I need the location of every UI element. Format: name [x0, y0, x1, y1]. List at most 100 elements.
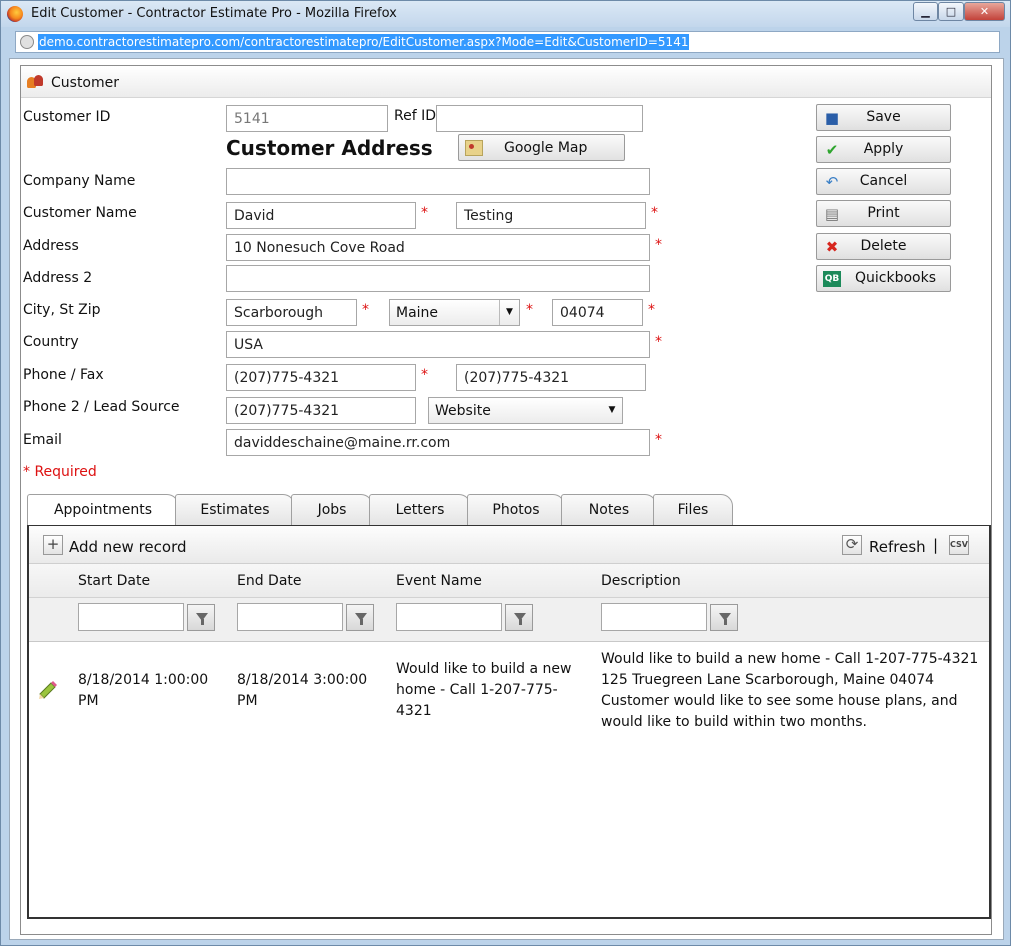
- required-marker: *: [655, 334, 662, 350]
- red-x-icon: ✖: [825, 238, 839, 256]
- event-name-filter-input[interactable]: [396, 603, 502, 631]
- required-marker: *: [651, 205, 658, 221]
- filter-icon[interactable]: [710, 604, 738, 631]
- close-button[interactable]: ✕: [964, 2, 1005, 21]
- title-bar[interactable]: Edit Customer - Contractor Estimate Pro …: [1, 1, 1010, 27]
- maximize-button[interactable]: □: [938, 2, 964, 21]
- company-name-label: Company Name: [23, 173, 136, 189]
- url-bar[interactable]: demo.contractorestimatepro.com/contracto…: [15, 31, 1000, 53]
- browser-window: Edit Customer - Contractor Estimate Pro …: [0, 0, 1011, 946]
- row-end-date: 8/18/2014 3:00:00 PM: [237, 672, 368, 709]
- tab-strip: Appointments Estimates Jobs Letters Phot…: [27, 494, 747, 527]
- url-text[interactable]: demo.contractorestimatepro.com/contracto…: [38, 34, 690, 50]
- required-marker: *: [362, 302, 369, 318]
- tab-photos[interactable]: Photos: [467, 494, 565, 526]
- tab-notes[interactable]: Notes: [561, 494, 657, 526]
- lead-source-select[interactable]: Website ▼: [428, 397, 623, 424]
- country-field[interactable]: USA: [226, 331, 650, 358]
- plus-icon[interactable]: +: [43, 535, 63, 555]
- column-event-name[interactable]: Event Name: [396, 573, 482, 589]
- address-field[interactable]: 10 Nonesuch Cove Road: [226, 234, 650, 261]
- customer-id-field[interactable]: 5141: [226, 105, 388, 132]
- zip-field[interactable]: 04074: [552, 299, 643, 326]
- print-label: Print: [867, 205, 900, 221]
- row-event-name: Would like to build a new home - Call 1-…: [396, 661, 572, 719]
- grid-toolbar: + Add new record ⟳ Refresh | CSV: [29, 526, 989, 564]
- customer-name-label: Customer Name: [23, 205, 137, 221]
- quickbooks-button[interactable]: QB Quickbooks: [816, 265, 951, 292]
- email-field[interactable]: daviddeschaine@maine.rr.com: [226, 429, 650, 456]
- required-marker: *: [655, 432, 662, 448]
- quickbooks-icon: QB: [823, 271, 841, 287]
- column-description[interactable]: Description: [601, 573, 681, 589]
- filter-icon[interactable]: [346, 604, 374, 631]
- phone-field[interactable]: (207)775-4321: [226, 364, 416, 391]
- table-row[interactable]: 8/18/2014 1:00:00 PM 8/18/2014 3:00:00 P…: [29, 642, 989, 752]
- filter-icon[interactable]: [505, 604, 533, 631]
- required-marker: *: [526, 302, 533, 318]
- checkmark-icon: ✔: [825, 141, 839, 159]
- column-start-date[interactable]: Start Date: [78, 573, 150, 589]
- google-map-button[interactable]: Google Map: [458, 134, 625, 161]
- row-description: Would like to build a new home - Call 1-…: [601, 651, 979, 730]
- tab-jobs[interactable]: Jobs: [291, 494, 373, 526]
- print-button[interactable]: ▤ Print: [816, 200, 951, 227]
- lead-source-value: Website: [435, 403, 491, 419]
- ref-id-field[interactable]: [436, 105, 643, 132]
- start-date-filter-input[interactable]: [78, 603, 184, 631]
- column-end-date[interactable]: End Date: [237, 573, 302, 589]
- city-state-zip-label: City, St Zip: [23, 302, 101, 318]
- phone2-field[interactable]: (207)775-4321: [226, 397, 416, 424]
- tab-estimates[interactable]: Estimates: [175, 494, 295, 526]
- address2-label: Address 2: [23, 270, 93, 286]
- apply-button[interactable]: ✔ Apply: [816, 136, 951, 163]
- required-marker: *: [421, 205, 428, 221]
- panel-header: Customer: [21, 66, 991, 98]
- required-note: * Required: [23, 464, 97, 480]
- printer-icon: ▤: [824, 205, 840, 223]
- quickbooks-label: Quickbooks: [854, 270, 936, 286]
- add-new-record-button[interactable]: Add new record: [69, 538, 187, 556]
- tab-letters[interactable]: Letters: [369, 494, 471, 526]
- save-button[interactable]: ■ Save: [816, 104, 951, 131]
- description-filter-input[interactable]: [601, 603, 707, 631]
- ref-id-label: Ref ID: [394, 108, 436, 124]
- google-map-label: Google Map: [504, 140, 588, 156]
- globe-icon: [20, 35, 34, 49]
- last-name-field[interactable]: Testing: [456, 202, 646, 229]
- address2-field[interactable]: [226, 265, 650, 292]
- customer-panel: Customer Customer ID 5141 Ref ID Custome…: [20, 65, 992, 935]
- grid-filter-row: [29, 598, 989, 642]
- save-label: Save: [866, 109, 901, 125]
- country-label: Country: [23, 334, 79, 350]
- pencil-icon[interactable]: [37, 678, 59, 700]
- minimize-button[interactable]: ▁: [913, 2, 938, 21]
- undo-icon: ↶: [825, 173, 839, 191]
- toolbar-separator: |: [933, 536, 939, 554]
- tab-files[interactable]: Files: [653, 494, 733, 526]
- chevron-down-icon: ▼: [499, 300, 519, 325]
- delete-label: Delete: [860, 238, 907, 254]
- row-start-date: 8/18/2014 1:00:00 PM: [78, 672, 209, 709]
- cancel-label: Cancel: [859, 173, 908, 189]
- refresh-icon[interactable]: ⟳: [842, 535, 862, 555]
- end-date-filter-input[interactable]: [237, 603, 343, 631]
- first-name-field[interactable]: David: [226, 202, 416, 229]
- export-csv-icon[interactable]: CSV: [949, 535, 969, 555]
- filter-icon[interactable]: [187, 604, 215, 631]
- cancel-button[interactable]: ↶ Cancel: [816, 168, 951, 195]
- city-field[interactable]: Scarborough: [226, 299, 357, 326]
- required-marker: *: [648, 302, 655, 318]
- fax-field[interactable]: (207)775-4321: [456, 364, 646, 391]
- state-select[interactable]: Maine ▼: [389, 299, 520, 326]
- appointments-grid: + Add new record ⟳ Refresh | CSV Start D…: [27, 525, 991, 919]
- tab-appointments[interactable]: Appointments: [27, 494, 179, 527]
- delete-button[interactable]: ✖ Delete: [816, 233, 951, 260]
- refresh-button[interactable]: Refresh: [869, 538, 926, 556]
- company-name-field[interactable]: [226, 168, 650, 195]
- state-value: Maine: [396, 305, 439, 321]
- window-title: Edit Customer - Contractor Estimate Pro …: [31, 6, 397, 21]
- customer-address-title: Customer Address: [226, 136, 433, 160]
- chevron-down-icon: ▼: [608, 405, 616, 415]
- panel-title: Customer: [51, 75, 120, 91]
